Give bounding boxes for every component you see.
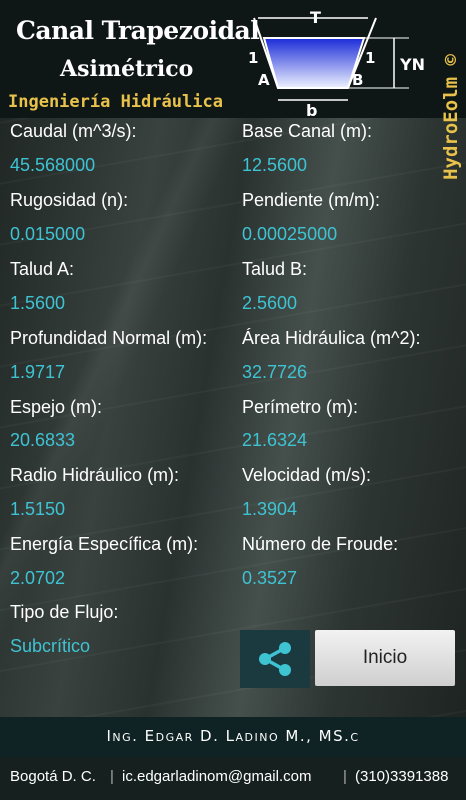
footer-divider-1: | [110, 768, 114, 785]
velocidad-label: Velocidad (m/s): [242, 465, 372, 485]
numero-froude-label: Número de Froude: [242, 534, 399, 554]
profundidad-normal-value: 1.9717 [10, 362, 66, 382]
diagram-label-YN: YN [399, 55, 425, 74]
tipo-flujo-label: Tipo de Flujo: [10, 602, 119, 622]
footer-email[interactable]: ic.edgarladinom@gmail.com [122, 768, 311, 785]
talud-b-label: Talud B: [242, 259, 308, 279]
diagram-label-slope-right: 1 [365, 49, 375, 67]
share-button[interactable] [240, 630, 310, 688]
app-title: Canal Trapezoidal [16, 16, 260, 45]
numero-froude-value: 0.3527 [242, 568, 298, 588]
diagram-label-T: T [310, 8, 321, 27]
base-canal-label: Base Canal (m): [242, 121, 373, 141]
base-canal-value: 12.5600 [242, 155, 308, 175]
diagram-label-A: A [258, 71, 270, 89]
pendiente-value: 0.00025000 [242, 224, 338, 244]
perimetro-label: Perímetro (m): [242, 397, 359, 417]
diagram-label-B: B [352, 71, 363, 89]
tagline: Ingeniería Hidráulica [8, 92, 223, 112]
footer-divider-2: | [343, 768, 347, 785]
trapezoid-diagram: T b 1 1 A B YN [248, 8, 425, 118]
footer-bar: Bogotá D. C. | ic.edgarladinom@gmail.com… [0, 757, 466, 800]
caudal-value: 45.568000 [10, 155, 96, 175]
app-title-line2: Asimétrico [60, 56, 194, 82]
diagram-label-b: b [306, 101, 317, 118]
talud-b-value: 2.5600 [242, 293, 298, 313]
area-hidraulica-value: 32.7726 [242, 362, 308, 382]
energia-especifica-value: 2.0702 [10, 568, 66, 588]
brand-vertical: HydroEolm © [436, 12, 466, 222]
pendiente-label: Pendiente (m/m): [242, 190, 381, 210]
profundidad-normal-label: Profundidad Normal (m): [10, 328, 208, 348]
caudal-label: Caudal (m^3/s): [10, 121, 137, 141]
perimetro-value: 21.6324 [242, 430, 308, 450]
author-credit: Ing. Edgar D. Ladino M., MS.c [106, 727, 360, 745]
espejo-label: Espejo (m): [10, 397, 103, 417]
velocidad-value: 1.3904 [242, 499, 298, 519]
footer-city: Bogotá D. C. [10, 768, 96, 785]
energia-especifica-label: Energía Específica (m): [10, 534, 199, 554]
tipo-flujo-value: Subcrítico [10, 636, 91, 656]
share-icon [259, 642, 291, 676]
inicio-button[interactable]: Inicio [315, 630, 455, 686]
app-header: Canal Trapezoidal Asimétrico Ingeniería … [0, 0, 466, 118]
brand-text: HydroEolm © [440, 54, 462, 180]
rugosidad-label: Rugosidad (n): [10, 190, 129, 210]
footer-phone[interactable]: (310)3391388 [355, 768, 448, 785]
talud-a-label: Talud A: [10, 259, 75, 279]
area-hidraulica-label: Área Hidráulica (m^2): [242, 328, 421, 348]
diagram-label-slope-left: 1 [248, 49, 258, 67]
radio-hidraulico-value: 1.5150 [10, 499, 66, 519]
espejo-value: 20.6833 [10, 430, 76, 450]
radio-hidraulico-label: Radio Hidráulico (m): [10, 465, 180, 485]
talud-a-value: 1.5600 [10, 293, 66, 313]
rugosidad-value: 0.015000 [10, 224, 86, 244]
